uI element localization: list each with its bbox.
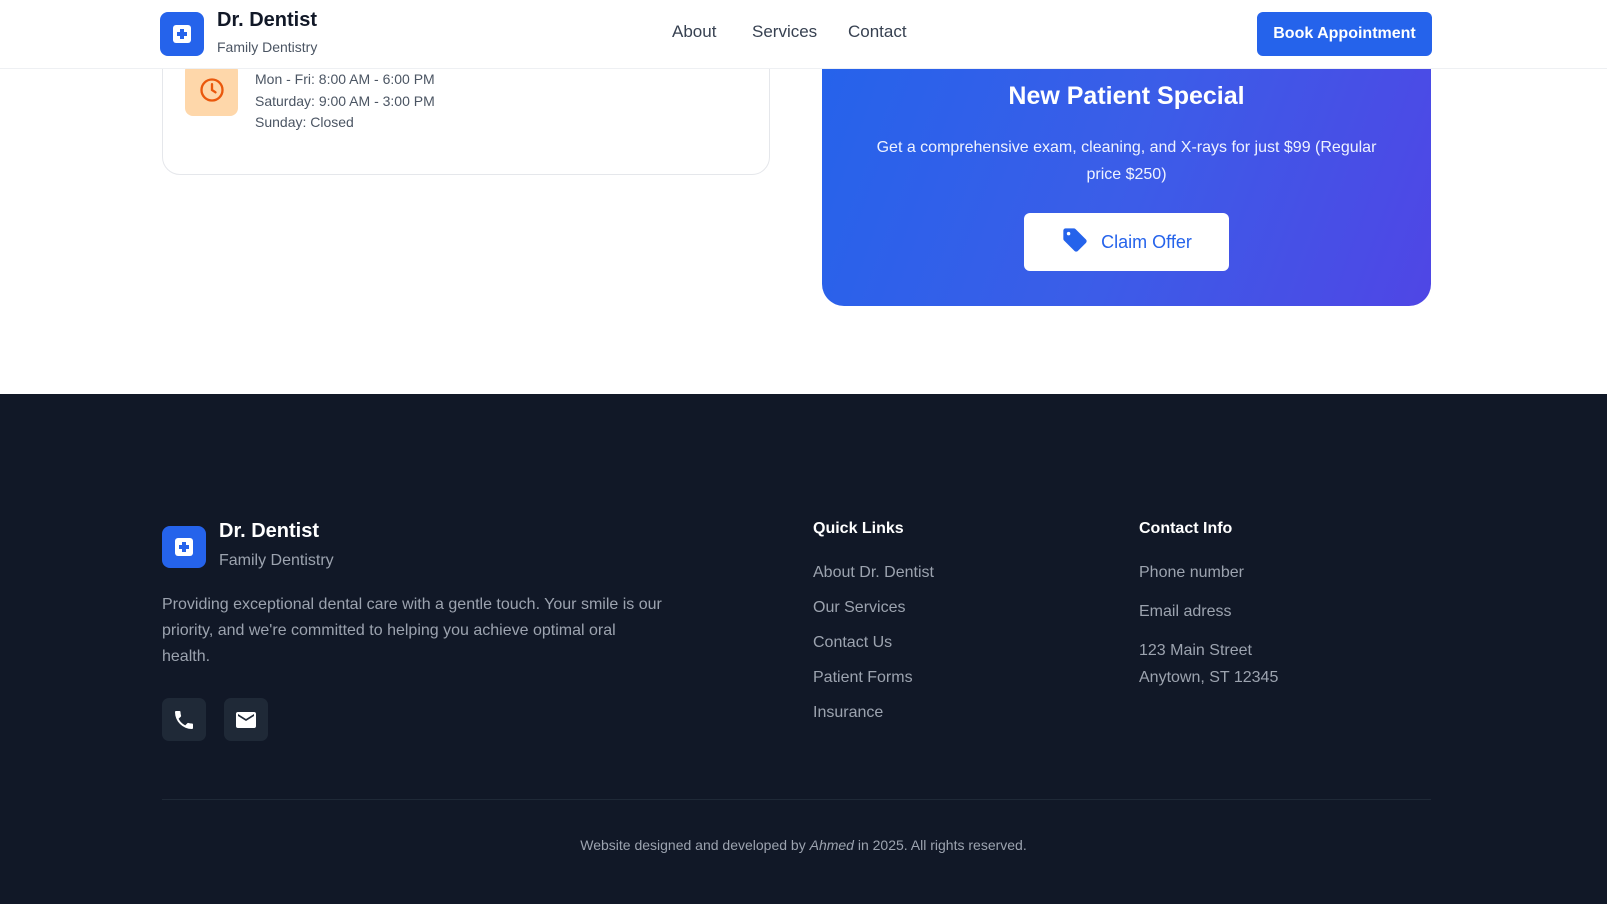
claim-offer-button[interactable]: Claim Offer xyxy=(1024,213,1229,271)
footer-brand-tagline: Family Dentistry xyxy=(219,552,334,569)
contact-address-line2: Anytown, ST 12345 xyxy=(1139,669,1279,686)
nav-services[interactable]: Services xyxy=(752,22,817,42)
nav-about[interactable]: About xyxy=(672,22,716,42)
hours-weekdays: Mon - Fri: 8:00 AM - 6:00 PM xyxy=(255,71,435,87)
copyright-suffix: in 2025. All rights reserved. xyxy=(857,837,1027,853)
footer-description: Providing exceptional dental care with a… xyxy=(162,596,662,665)
book-appointment-button[interactable]: Book Appointment xyxy=(1257,12,1432,56)
copyright-text: Website designed and developed by Ahmed … xyxy=(0,837,1607,853)
footer-divider xyxy=(162,799,1431,800)
brand-tagline: Family Dentistry xyxy=(217,39,318,55)
mail-icon[interactable] xyxy=(224,698,268,741)
claim-offer-label: Claim Offer xyxy=(1101,231,1192,252)
quick-link-insurance[interactable]: Insurance xyxy=(813,704,883,722)
contact-info-heading: Contact Info xyxy=(1139,520,1233,537)
hours-sunday: Sunday: Closed xyxy=(255,114,354,130)
copyright-prefix: Website designed and developed by xyxy=(580,837,806,853)
hours-saturday: Saturday: 9:00 AM - 3:00 PM xyxy=(255,93,435,109)
contact-address-line1: 123 Main Street xyxy=(1139,642,1252,659)
medical-cross-icon[interactable] xyxy=(160,12,204,56)
medical-cross-icon xyxy=(162,526,206,568)
site-footer: Dr. Dentist Family Dentistry Providing e… xyxy=(0,394,1607,904)
tag-icon xyxy=(1061,226,1089,259)
contact-email[interactable]: Email adress xyxy=(1139,603,1231,621)
nav-contact[interactable]: Contact xyxy=(848,22,907,42)
quick-link-services[interactable]: Our Services xyxy=(813,599,905,617)
clock-icon xyxy=(185,63,238,116)
site-header: Dr. Dentist Family Dentistry About Servi… xyxy=(0,0,1607,69)
copyright-author: Ahmed xyxy=(809,837,854,853)
footer-brand-name: Dr. Dentist xyxy=(219,520,320,542)
new-patient-special-card: New Patient Special Get a comprehensive … xyxy=(822,40,1431,306)
quick-links-heading: Quick Links xyxy=(813,520,904,537)
quick-link-contact[interactable]: Contact Us xyxy=(813,634,892,652)
contact-phone[interactable]: Phone number xyxy=(1139,564,1244,582)
brand-name[interactable]: Dr. Dentist xyxy=(217,9,317,32)
special-title: New Patient Special xyxy=(1008,82,1245,110)
quick-link-patient-forms[interactable]: Patient Forms xyxy=(813,669,913,687)
quick-link-about[interactable]: About Dr. Dentist xyxy=(813,564,934,582)
special-description: Get a comprehensive exam, cleaning, and … xyxy=(876,139,1377,183)
phone-icon[interactable] xyxy=(162,698,206,741)
